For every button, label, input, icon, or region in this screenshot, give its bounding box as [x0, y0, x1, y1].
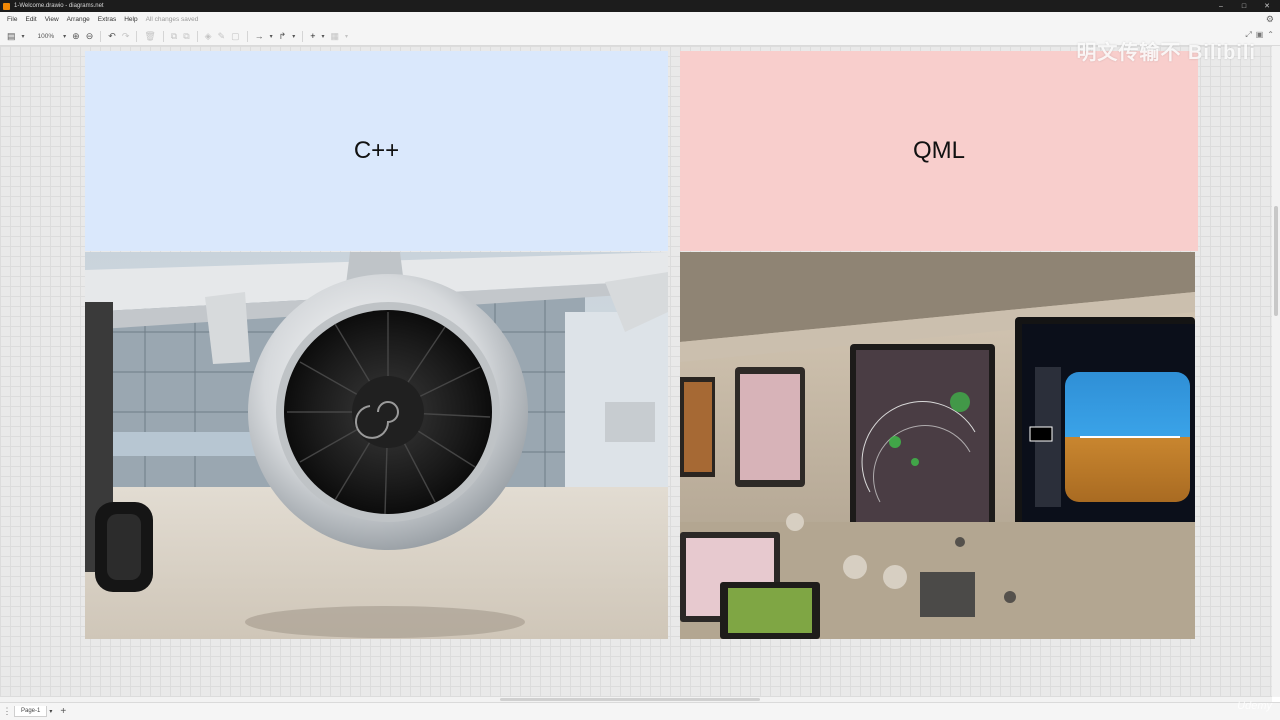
menu-arrange[interactable]: Arrange [63, 16, 94, 23]
toolbar-divider [246, 30, 248, 42]
fill-color-icon[interactable]: ◈ [202, 29, 215, 44]
table-icon[interactable]: ▦ [328, 29, 343, 44]
undo-icon[interactable]: ↶ [105, 29, 119, 44]
jet-engine-illustration [85, 252, 668, 639]
redo-icon[interactable]: ↷ [119, 29, 133, 44]
watermark-text: 明文传输不 Bilibili [1076, 42, 1256, 64]
scroll-thumb[interactable] [500, 698, 760, 701]
to-back-icon[interactable]: ⧉ [180, 29, 192, 44]
insert-plus-icon[interactable]: + [307, 29, 318, 44]
collapse-icon[interactable]: ⌃ [1267, 30, 1274, 40]
format-panel-toggle-icon[interactable]: ▤ [4, 29, 19, 44]
vertical-scrollbar[interactable] [1272, 46, 1280, 697]
line-color-icon[interactable]: ✎ [215, 29, 229, 44]
minimize-button[interactable]: – [1210, 0, 1232, 12]
toolbar-divider [162, 30, 164, 42]
zoom-dropdown-icon[interactable]: ▾ [60, 29, 69, 44]
cockpit-illustration [680, 252, 1195, 639]
save-status: All changes saved [145, 16, 199, 23]
add-page-icon[interactable]: + [60, 706, 66, 717]
cpp-label-shape[interactable]: C++ [85, 51, 668, 251]
connection-style-icon[interactable]: → [252, 29, 267, 44]
scroll-thumb[interactable] [1274, 206, 1278, 316]
format-panel-icon[interactable]: ▣ [1256, 30, 1264, 40]
window-titlebar: 1-Welcome.drawio - diagrams.net – □ ✕ [0, 0, 1280, 12]
connection-dropdown-icon[interactable]: ▾ [267, 29, 276, 44]
toolbar-divider [196, 30, 198, 42]
pages-menu-icon[interactable]: ⋮ [0, 706, 14, 717]
waypoints-dropdown-icon[interactable]: ▾ [289, 29, 298, 44]
to-front-icon[interactable]: ⧉ [168, 29, 180, 44]
toolbar-divider [302, 30, 304, 42]
udemy-watermark: Udemy [1237, 700, 1272, 712]
menu-file[interactable]: File [3, 16, 21, 23]
table-dropdown-icon[interactable]: ▾ [342, 29, 351, 44]
close-button[interactable]: ✕ [1256, 0, 1278, 12]
menu-extras[interactable]: Extras [94, 16, 120, 23]
maximize-button[interactable]: □ [1233, 0, 1255, 12]
zoom-in-icon[interactable]: ⊕ [69, 29, 83, 44]
jet-engine-image[interactable] [85, 252, 668, 639]
page-tab[interactable]: Page-1 [14, 706, 48, 717]
qml-label-shape[interactable]: QML [680, 51, 1198, 251]
menu-view[interactable]: View [41, 16, 63, 23]
toolbar-divider [100, 30, 102, 42]
delete-icon[interactable]: 🗑 [141, 29, 158, 44]
drawio-app: 1-Welcome.drawio - diagrams.net – □ ✕ Fi… [0, 0, 1280, 720]
zoom-out-icon[interactable]: ⊖ [83, 29, 97, 44]
shadow-icon[interactable]: ▢ [228, 29, 243, 44]
waypoints-icon[interactable]: ↱ [276, 29, 290, 44]
cockpit-image[interactable] [680, 252, 1195, 639]
insert-dropdown-icon[interactable]: ▾ [319, 29, 328, 44]
menu-edit[interactable]: Edit [21, 16, 40, 23]
cpp-label-text: C++ [353, 137, 400, 164]
chevron-down-icon[interactable]: ▾ [19, 29, 28, 44]
page-dropdown-icon[interactable]: ▾ [49, 708, 52, 715]
menu-bar: File Edit View Arrange Extras Help All c… [0, 12, 1280, 27]
menu-help[interactable]: Help [120, 16, 141, 23]
zoom-select[interactable]: 100% [28, 33, 61, 40]
window-title: 1-Welcome.drawio - diagrams.net [14, 3, 104, 9]
toolbar-divider [136, 30, 138, 42]
page-bar: ⋮ Page-1 ▾ + [0, 702, 1280, 720]
gear-icon[interactable]: ⚙ [1266, 14, 1274, 25]
drawio-logo-icon [3, 2, 10, 10]
qml-label-text: QML [912, 137, 965, 164]
